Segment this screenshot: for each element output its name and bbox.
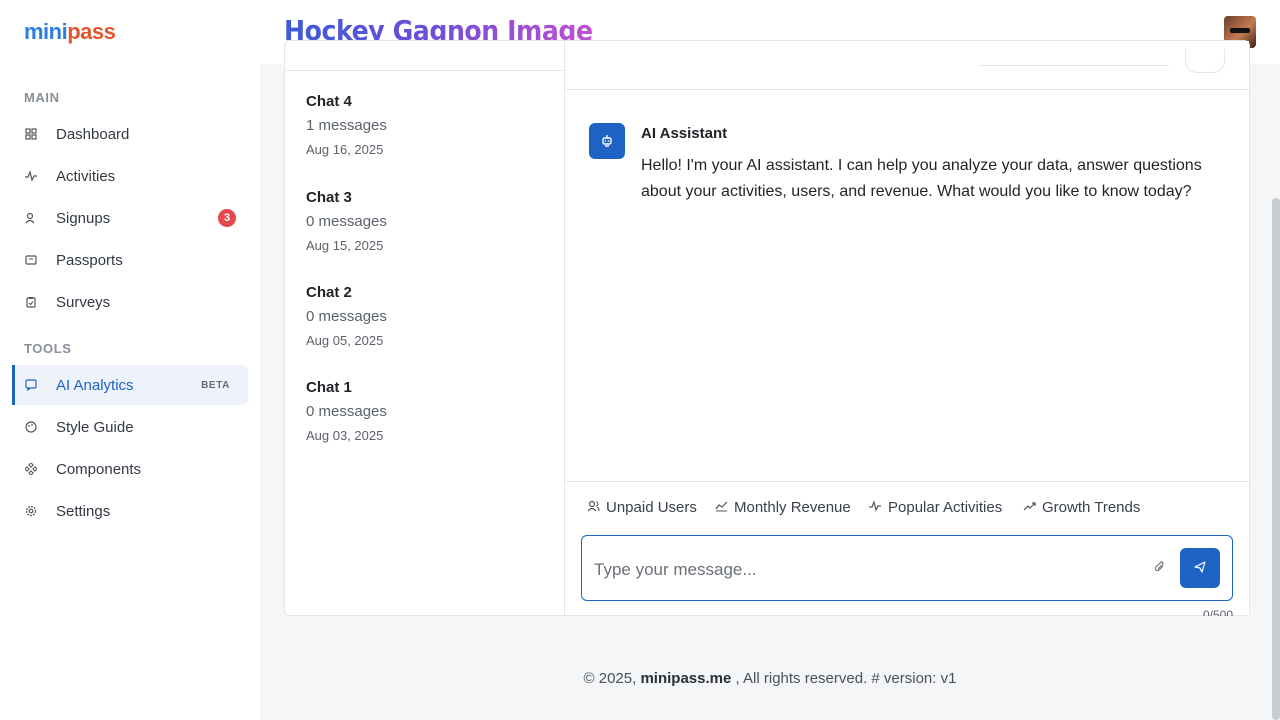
quick-action-popular-activities[interactable]: Popular Activities (869, 499, 1002, 516)
nav-section-main: MAIN (24, 90, 60, 105)
sidebar-item-label: AI Analytics (56, 376, 134, 394)
chat-title: Chat 1 (306, 379, 352, 396)
chat-composer-area: Unpaid Users Monthly Revenue Popular Act… (565, 481, 1249, 616)
sidebar-item-components[interactable]: Components (12, 449, 248, 489)
logo-text-mini: mini (24, 19, 68, 44)
chat-history-item[interactable]: Chat 1 0 messages Aug 03, 2025 (306, 379, 387, 443)
chat-history-item[interactable]: Chat 4 1 messages Aug 16, 2025 (306, 93, 387, 157)
trend-up-icon (1023, 500, 1036, 515)
robot-icon (589, 123, 625, 159)
quick-action-unpaid-users[interactable]: Unpaid Users (587, 499, 697, 516)
gear-icon (24, 504, 38, 518)
send-button[interactable] (1180, 548, 1220, 588)
ticket-icon (24, 253, 38, 267)
chat-message-count: 0 messages (306, 213, 387, 230)
footer-site-link[interactable]: minipass.me (640, 670, 731, 687)
sidebar-item-label: Settings (56, 502, 111, 520)
quick-action-label: Popular Activities (888, 499, 1003, 516)
chat-date: Aug 03, 2025 (306, 428, 384, 443)
chat-title: Chat 2 (306, 284, 352, 301)
dashboard-icon (24, 127, 38, 141)
quick-action-label: Monthly Revenue (734, 499, 851, 516)
sidebar-item-label: Surveys (56, 293, 111, 311)
paperclip-icon[interactable] (1154, 560, 1166, 576)
minipass-logo[interactable]: mini pass (24, 19, 116, 45)
sidebar-item-label: Activities (56, 167, 116, 185)
chat-date: Aug 16, 2025 (306, 142, 384, 157)
chat-history-item[interactable]: Chat 3 0 messages Aug 15, 2025 (306, 189, 387, 253)
assistant-name: AI Assistant (641, 125, 728, 142)
chat-icon (24, 378, 38, 392)
sidebar-item-passports[interactable]: Passports (12, 240, 248, 280)
message-input-box (581, 535, 1233, 601)
logo-text-pass: pass (67, 19, 116, 44)
message-input[interactable] (594, 558, 1134, 582)
sidebar-item-ai-analytics[interactable]: AI Analytics BETA (12, 365, 248, 405)
sidebar-item-dashboard[interactable]: Dashboard (12, 114, 248, 154)
chat-title: Chat 4 (306, 93, 352, 110)
quick-action-label: Unpaid Users (606, 499, 697, 516)
signups-count-badge: 3 (218, 209, 236, 227)
sidebar-item-label: Passports (56, 251, 123, 269)
chat-toolbar (565, 41, 1249, 90)
sidebar-item-settings[interactable]: Settings (12, 491, 248, 531)
users-icon (587, 500, 600, 515)
chat-message-count: 0 messages (306, 403, 387, 420)
sidebar-item-label: Style Guide (56, 418, 134, 436)
page-scrollbar[interactable] (1272, 198, 1280, 720)
character-counter: 0/500 (1202, 608, 1233, 616)
footer-copyright: © 2025, (583, 670, 637, 687)
chat-message-count: 1 messages (306, 117, 387, 134)
ai-chat-card: Chat 4 1 messages Aug 16, 2025 Chat 3 0 … (284, 40, 1250, 616)
nav-section-tools: TOOLS (24, 341, 72, 356)
palette-icon (24, 420, 38, 434)
components-icon (24, 462, 38, 476)
chat-conversation: AI Assistant Hello! I'm your AI assistan… (565, 41, 1249, 616)
sidebar-item-surveys[interactable]: Surveys (12, 282, 248, 322)
sidebar: mini pass MAIN Dashboard Activities Signu… (0, 0, 260, 720)
footer-rights: , All rights reserved. # version: v1 (735, 670, 957, 687)
chat-message-count: 0 messages (306, 308, 387, 325)
activity-pulse-icon (24, 169, 38, 183)
quick-action-growth-trends[interactable]: Growth Trends (1023, 499, 1140, 516)
activity-pulse-icon (869, 500, 882, 515)
beta-tag: BETA (201, 379, 230, 391)
chat-list-divider (285, 70, 565, 71)
signup-icon (24, 211, 38, 225)
sidebar-item-label: Signups (56, 209, 111, 227)
sidebar-item-label: Components (56, 460, 142, 478)
quick-action-monthly-revenue[interactable]: Monthly Revenue (715, 499, 851, 516)
chat-toolbar-button[interactable] (1185, 49, 1225, 73)
sidebar-item-activities[interactable]: Activities (12, 156, 248, 196)
sidebar-item-signups[interactable]: Signups 3 (12, 198, 248, 238)
sidebar-item-label: Dashboard (56, 125, 130, 143)
avatar-glasses (1230, 28, 1250, 33)
clipboard-icon (24, 295, 38, 309)
sidebar-item-style-guide[interactable]: Style Guide (12, 407, 248, 447)
chat-history-item[interactable]: Chat 2 0 messages Aug 05, 2025 (306, 284, 387, 348)
assistant-message-text: Hello! I'm your AI assistant. I can help… (641, 157, 1202, 200)
page-footer: © 2025, minipass.me , All rights reserve… (260, 670, 1280, 687)
quick-action-label: Growth Trends (1042, 499, 1141, 516)
chat-toolbar-select[interactable] (979, 64, 1169, 66)
chat-date: Aug 05, 2025 (306, 333, 384, 348)
chat-history-list: Chat 4 1 messages Aug 16, 2025 Chat 3 0 … (285, 41, 565, 615)
area-chart-icon (715, 500, 728, 515)
chat-title: Chat 3 (306, 189, 352, 206)
chat-date: Aug 15, 2025 (306, 238, 384, 253)
send-icon (1194, 560, 1206, 576)
